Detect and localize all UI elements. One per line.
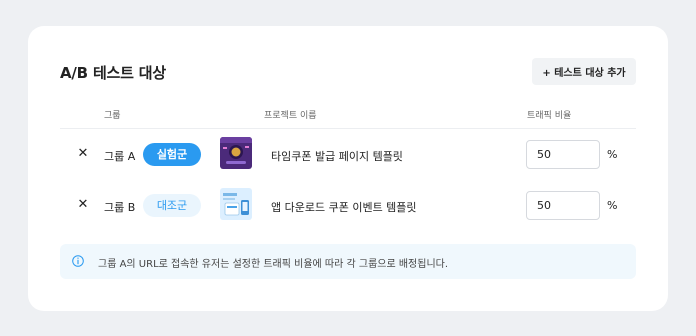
- table-row: ✕ 그룹 A 실험군 타임쿠폰 발급 페이지 템플릿 %: [28, 137, 668, 173]
- percent-unit: %: [607, 148, 618, 161]
- percent-unit: %: [607, 199, 618, 212]
- project-name: 앱 다운로드 쿠폰 이벤트 템플릿: [271, 201, 417, 214]
- traffic-ratio-input[interactable]: [526, 140, 600, 169]
- notice-text: 그룹 A의 URL로 접속한 유저는 설정한 트래픽 비율에 따라 각 그룹으로…: [98, 259, 449, 270]
- header-divider: [60, 128, 636, 129]
- info-icon: [72, 255, 84, 267]
- column-header-group: 그룹: [104, 111, 121, 121]
- table-row: ✕ 그룹 B 대조군 앱 다운로드 쿠폰 이벤트 템플릿 %: [28, 188, 668, 224]
- add-test-target-button[interactable]: + 테스트 대상 추가: [532, 58, 636, 85]
- remove-row-icon[interactable]: ✕: [77, 198, 89, 212]
- panel-title: A/B 테스트 대상: [60, 64, 166, 82]
- app-download-coupon-template-thumbnail: [220, 188, 252, 220]
- timed-coupon-template-thumbnail: [220, 137, 252, 169]
- column-header-traffic-ratio: 트래픽 비율: [527, 111, 572, 121]
- column-header-project-name: 프로젝트 이름: [264, 111, 317, 121]
- group-name: 그룹 B: [104, 201, 136, 214]
- ab-test-targets-panel: A/B 테스트 대상 + 테스트 대상 추가 그룹 프로젝트 이름 트래픽 비율…: [28, 26, 668, 311]
- traffic-ratio-input[interactable]: [526, 191, 600, 220]
- remove-row-icon[interactable]: ✕: [77, 147, 89, 161]
- group-role-badge: 실험군: [143, 143, 201, 166]
- group-name: 그룹 A: [104, 150, 136, 163]
- traffic-notice: 그룹 A의 URL로 접속한 유저는 설정한 트래픽 비율에 따라 각 그룹으로…: [60, 244, 636, 279]
- group-role-badge: 대조군: [143, 194, 201, 217]
- project-name: 타임쿠폰 발급 페이지 템플릿: [271, 150, 403, 163]
